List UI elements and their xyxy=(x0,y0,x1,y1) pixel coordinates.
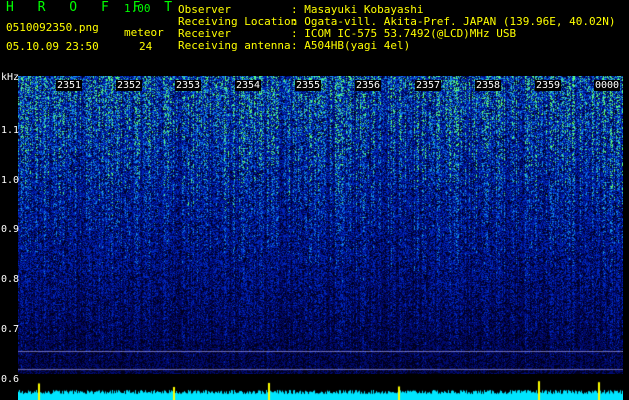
time-tick-label: 2359 xyxy=(535,80,562,91)
date-time: 05.10.09 23:50 xyxy=(6,40,99,53)
meteor-label: meteor xyxy=(124,26,164,39)
freq-tick-label: 0.9 xyxy=(1,224,20,235)
time-tick-label: 2356 xyxy=(355,80,382,91)
time-tick-label: 2354 xyxy=(235,80,262,91)
time-tick-label: 2358 xyxy=(475,80,502,91)
freq-tick-label: 0.8 xyxy=(1,274,20,285)
title-logo: H R O F F T xyxy=(6,0,181,15)
freq-tick-label: 0.7 xyxy=(1,324,20,335)
time-tick-label: 0000 xyxy=(594,80,621,91)
khz-unit-label: kHz xyxy=(1,72,20,83)
time-tick-label: 2355 xyxy=(295,80,322,91)
freq-tick-label: 1.1 xyxy=(1,125,20,136)
time-tick-label: 2357 xyxy=(415,80,442,91)
meteor-count: 24 xyxy=(139,40,153,53)
version-label: 1.00 xyxy=(124,2,151,15)
antenna-value: : A504HB(yagi 4el) xyxy=(291,39,411,52)
antenna-label: Receiving antenna xyxy=(178,39,291,52)
file-name: 0510092350.png xyxy=(6,21,99,34)
spectrogram-canvas xyxy=(18,76,623,374)
time-tick-label: 2353 xyxy=(175,80,202,91)
time-tick-label: 2351 xyxy=(56,80,83,91)
freq-tick-label: 1.0 xyxy=(1,175,20,186)
freq-tick-label: 0.6 xyxy=(1,374,20,385)
time-tick-label: 2352 xyxy=(116,80,143,91)
signal-strip xyxy=(18,374,623,400)
